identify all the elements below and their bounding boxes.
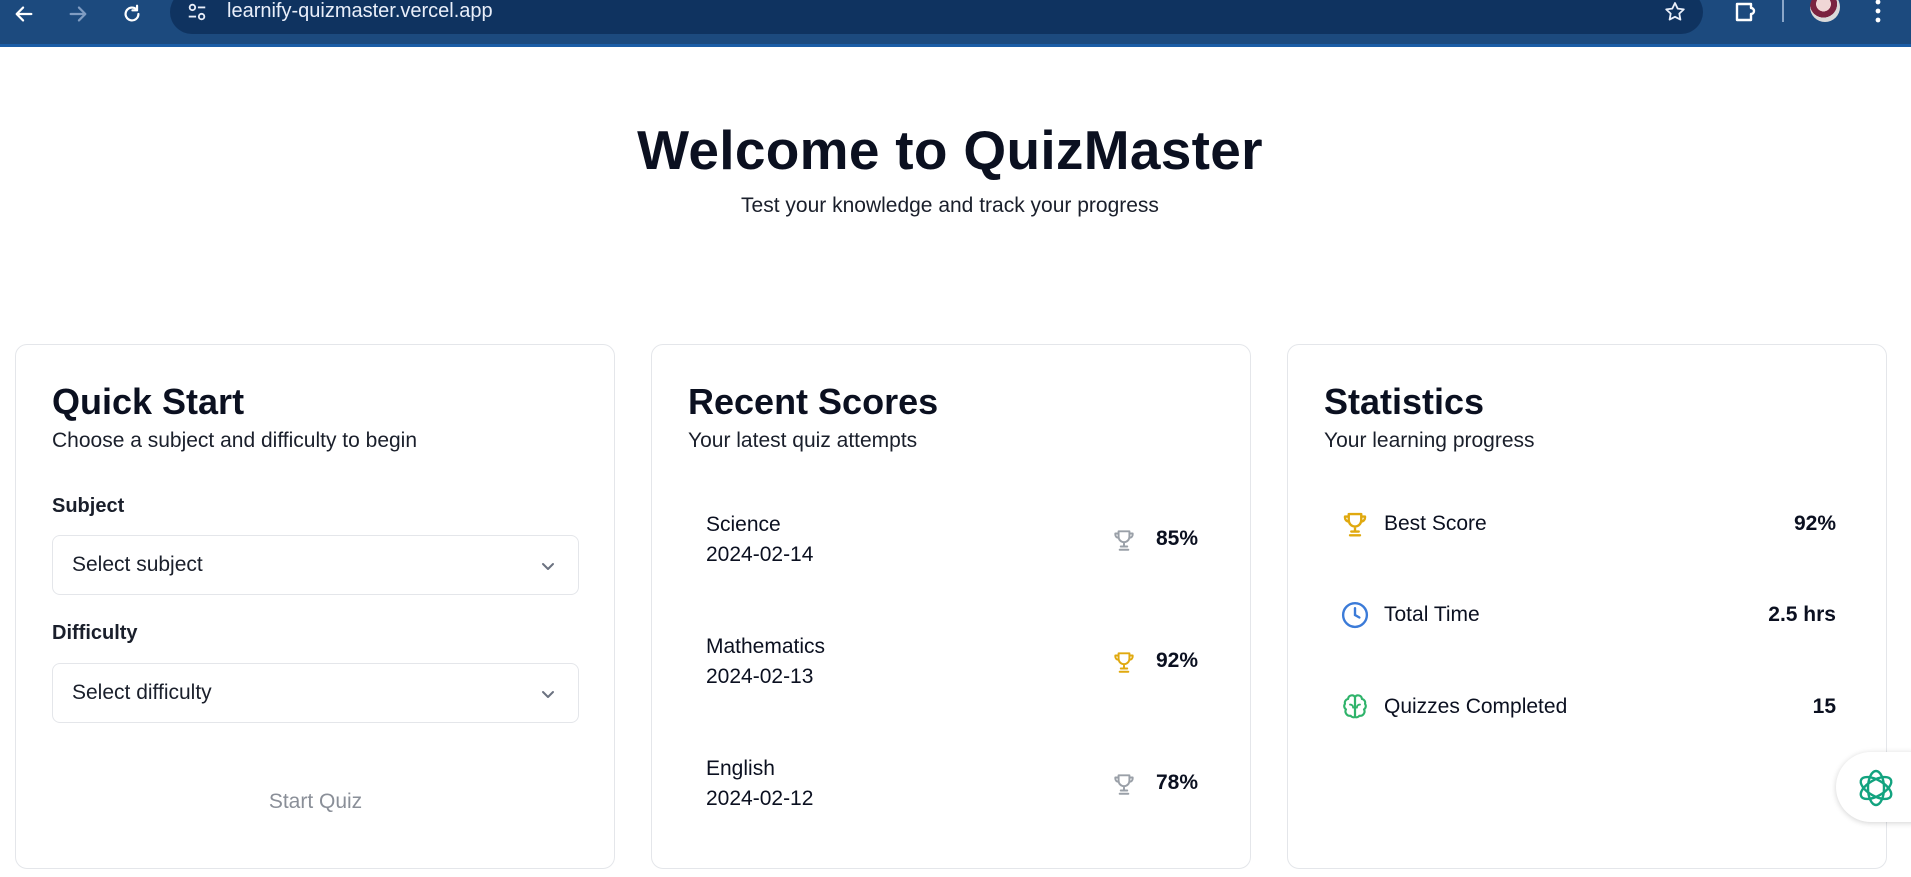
page-title: Welcome to QuizMaster [637,119,1263,181]
score-subject: Mathematics [706,635,826,658]
score-percent: 85% [1155,527,1198,550]
recent-scores-card: Recent Scores Your latest quiz attempts … [651,344,1251,869]
back-button[interactable] [6,0,42,28]
score-item: Science 2024-02-14 85% [706,513,1198,573]
assistant-button[interactable] [1836,752,1911,822]
subject-label: Subject [52,495,125,517]
url-text[interactable]: learnify-quizmaster.vercel.app [227,0,493,23]
extensions-icon[interactable] [1733,0,1759,24]
card-description: Choose a subject and difficulty to begin [52,429,418,452]
browser-toolbar: learnify-quizmaster.vercel.app [0,0,1911,47]
score-date: 2024-02-13 [706,665,814,688]
card-title: Statistics [1324,381,1485,422]
difficulty-label: Difficulty [52,622,138,644]
stat-label: Quizzes Completed [1384,695,1568,718]
address-bar[interactable]: learnify-quizmaster.vercel.app [170,0,1703,34]
trophy-icon [1114,530,1134,551]
chevron-down-icon [542,691,554,698]
start-quiz-button[interactable]: Start Quiz [52,773,579,831]
reload-icon [124,4,140,22]
card-description: Your learning progress [1324,429,1535,452]
difficulty-select-value: Select difficulty [72,681,212,704]
score-subject: Science [706,513,781,536]
more-menu-icon[interactable] [1868,0,1888,24]
card-title: Quick Start [52,381,245,422]
quick-start-card: Quick Start Choose a subject and difficu… [15,344,615,869]
score-subject: English [706,757,775,780]
stat-value: 92% [1793,512,1836,535]
stat-best-score: Best Score 92% [1340,509,1836,541]
score-percent: 78% [1155,771,1198,794]
subject-select-value: Select subject [72,553,203,576]
reload-button[interactable] [114,0,150,28]
brain-icon [1343,694,1367,719]
arrow-left-icon [15,6,33,22]
score-date: 2024-02-14 [706,543,814,566]
arrow-right-icon [69,6,87,22]
page-subtitle: Test your knowledge and track your progr… [741,194,1159,217]
stat-label: Best Score [1384,512,1487,535]
score-item: Mathematics 2024-02-13 92% [706,635,1198,695]
stat-value: 15 [1812,695,1836,718]
statistics-card: Statistics Your learning progress Best S… [1287,344,1887,869]
card-description: Your latest quiz attempts [688,429,918,452]
trophy-icon [1343,512,1367,537]
score-percent: 92% [1155,649,1198,672]
forward-button[interactable] [60,0,96,28]
score-item: English 2024-02-12 78% [706,757,1198,817]
score-date: 2024-02-12 [706,787,814,810]
difficulty-select[interactable]: Select difficulty [52,663,579,723]
trophy-icon [1114,652,1134,673]
clock-icon [1341,601,1369,629]
bookmark-star-icon[interactable] [1663,0,1687,24]
stat-value: 2.5 hrs [1768,603,1836,626]
trophy-icon [1114,774,1134,795]
stat-total-time: Total Time 2.5 hrs [1340,600,1836,632]
chevron-down-icon [542,563,554,570]
subject-select[interactable]: Select subject [52,535,579,595]
profile-avatar[interactable] [1810,0,1840,22]
toolbar-divider [1782,0,1784,22]
card-title: Recent Scores [688,381,939,422]
assistant-knot-icon [1859,769,1893,807]
stat-quizzes-completed: Quizzes Completed 15 [1340,692,1836,724]
site-info-icon[interactable] [186,1,208,23]
stat-label: Total Time [1384,603,1480,626]
